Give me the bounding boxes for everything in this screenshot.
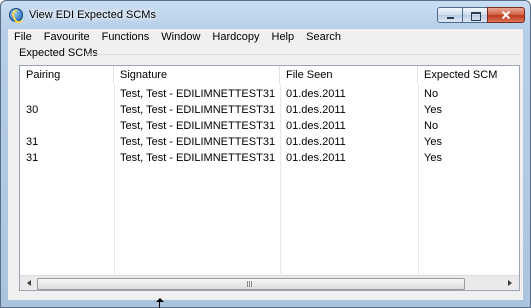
maximize-button[interactable] — [462, 7, 488, 23]
menu-window[interactable]: Window — [155, 29, 206, 45]
cell-signature: Test, Test - EDILIMNETTEST31 — [120, 152, 276, 164]
menu-file[interactable]: File — [8, 29, 38, 45]
cell-file-seen: 01.des.2011 — [286, 152, 346, 164]
menu-help[interactable]: Help — [266, 29, 301, 45]
cell-expected-scm: No — [424, 120, 439, 132]
cell-file-seen: 01.des.2011 — [286, 136, 346, 148]
column-header-pairing[interactable]: Pairing — [20, 66, 114, 84]
close-button[interactable] — [487, 7, 525, 23]
cell-signature: Test, Test - EDILIMNETTEST31 — [120, 136, 276, 148]
resize-cursor-icon — [156, 298, 164, 308]
cell-signature: Test, Test - EDILIMNETTEST31 — [120, 120, 276, 132]
minimize-button[interactable] — [437, 7, 463, 23]
content-panel: Expected SCMs Pairing Signature File See… — [8, 45, 523, 300]
app-globe-icon[interactable] — [9, 8, 23, 22]
cell-pairing: 31 — [26, 136, 39, 148]
cell-expected-scm: No — [424, 88, 439, 100]
cell-pairing: 31 — [26, 152, 39, 164]
menu-favourite[interactable]: Favourite — [38, 29, 96, 45]
scrollbar-thumb[interactable] — [37, 278, 465, 290]
section-divider — [86, 54, 519, 55]
cell-expected-scm: Yes — [424, 152, 442, 164]
column-header-file-seen[interactable]: File Seen — [280, 66, 418, 84]
app-window: View EDI Expected SCMs File Favourite Fu… — [0, 0, 531, 308]
arrow-right-icon[interactable] — [503, 276, 517, 290]
expected-scms-table[interactable]: Pairing Signature File Seen Expected SCM… — [19, 65, 520, 291]
arrow-left-icon[interactable] — [22, 276, 36, 290]
menu-hardcopy[interactable]: Hardcopy — [206, 29, 265, 45]
table-row[interactable]: 31 Test, Test - EDILIMNETTEST31 01.des.2… — [20, 134, 519, 150]
column-header-expected-scm[interactable]: Expected SCM — [418, 66, 519, 84]
cell-pairing — [20, 86, 114, 102]
table-row[interactable]: 30 Test, Test - EDILIMNETTEST31 01.des.2… — [20, 102, 519, 118]
title-bar[interactable]: View EDI Expected SCMs — [1, 1, 530, 28]
table-row[interactable]: 31 Test, Test - EDILIMNETTEST31 01.des.2… — [20, 150, 519, 166]
cell-file-seen: 01.des.2011 — [286, 120, 346, 132]
grip-icon — [247, 281, 253, 287]
table-row[interactable]: Test, Test - EDILIMNETTEST31 01.des.2011… — [20, 118, 519, 134]
cell-file-seen: 01.des.2011 — [286, 88, 346, 100]
table-row[interactable]: Test, Test - EDILIMNETTEST31 01.des.2011… — [20, 86, 519, 102]
table-header: Pairing Signature File Seen Expected SCM — [20, 66, 519, 84]
cell-expected-scm: Yes — [424, 136, 442, 148]
cell-pairing — [20, 118, 114, 134]
cell-signature: Test, Test - EDILIMNETTEST31 — [120, 104, 276, 116]
window-title: View EDI Expected SCMs — [29, 9, 156, 21]
menu-functions[interactable]: Functions — [96, 29, 156, 45]
cell-signature: Test, Test - EDILIMNETTEST31 — [120, 88, 276, 100]
cell-file-seen: 01.des.2011 — [286, 104, 346, 116]
horizontal-scrollbar[interactable] — [20, 275, 519, 290]
section-label: Expected SCMs — [19, 47, 98, 59]
column-header-signature[interactable]: Signature — [114, 66, 280, 84]
menu-bar: File Favourite Functions Window Hardcopy… — [8, 29, 523, 45]
cell-pairing: 30 — [26, 104, 39, 116]
cell-expected-scm: Yes — [424, 104, 442, 116]
menu-search[interactable]: Search — [300, 29, 347, 45]
